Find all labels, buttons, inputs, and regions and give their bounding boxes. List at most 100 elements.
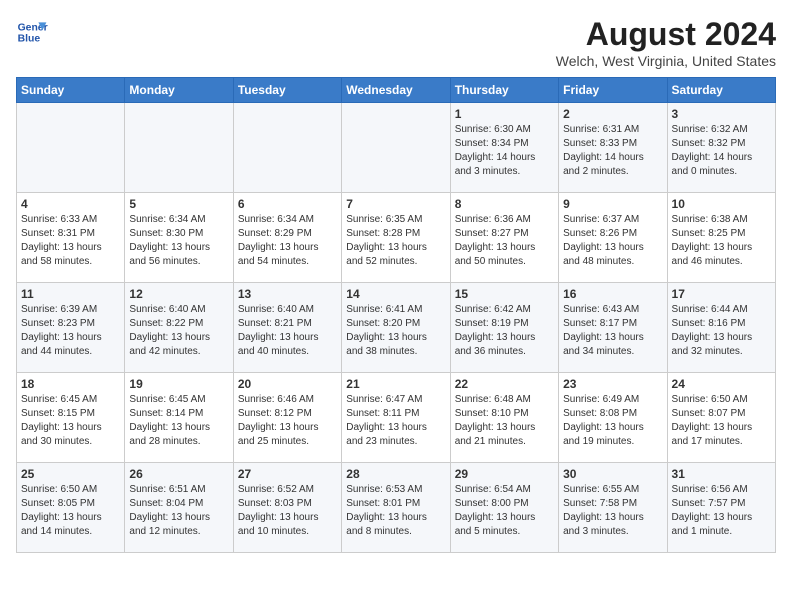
cell-info: Sunrise: 6:46 AM Sunset: 8:12 PM Dayligh… — [238, 393, 337, 449]
day-number: 28 — [346, 467, 445, 481]
calendar-cell: 15 Sunrise: 6:42 AM Sunset: 8:19 PM Dayli… — [450, 283, 558, 373]
column-header-tuesday: Tuesday — [233, 78, 341, 103]
cell-info: Sunrise: 6:45 AM Sunset: 8:14 PM Dayligh… — [129, 393, 228, 449]
day-number: 4 — [21, 197, 120, 211]
calendar-cell: 14 Sunrise: 6:41 AM Sunset: 8:20 PM Dayli… — [342, 283, 450, 373]
header-row: SundayMondayTuesdayWednesdayThursdayFrid… — [17, 78, 776, 103]
day-number: 31 — [672, 467, 771, 481]
column-header-saturday: Saturday — [667, 78, 775, 103]
day-number: 21 — [346, 377, 445, 391]
day-number: 12 — [129, 287, 228, 301]
cell-info: Sunrise: 6:38 AM Sunset: 8:25 PM Dayligh… — [672, 213, 771, 269]
calendar-week-2: 4 Sunrise: 6:33 AM Sunset: 8:31 PM Daylig… — [17, 193, 776, 283]
calendar-cell — [125, 103, 233, 193]
calendar-table: SundayMondayTuesdayWednesdayThursdayFrid… — [16, 77, 776, 553]
calendar-cell: 23 Sunrise: 6:49 AM Sunset: 8:08 PM Dayli… — [559, 373, 667, 463]
page-title: August 2024 — [556, 16, 776, 53]
cell-info: Sunrise: 6:35 AM Sunset: 8:28 PM Dayligh… — [346, 213, 445, 269]
cell-info: Sunrise: 6:51 AM Sunset: 8:04 PM Dayligh… — [129, 483, 228, 539]
calendar-cell: 9 Sunrise: 6:37 AM Sunset: 8:26 PM Daylig… — [559, 193, 667, 283]
cell-info: Sunrise: 6:33 AM Sunset: 8:31 PM Dayligh… — [21, 213, 120, 269]
cell-info: Sunrise: 6:39 AM Sunset: 8:23 PM Dayligh… — [21, 303, 120, 359]
calendar-cell: 5Sunrise: 6:34 AM Sunset: 8:30 PM Daylig… — [125, 193, 233, 283]
cell-info: Sunrise: 6:37 AM Sunset: 8:26 PM Dayligh… — [563, 213, 662, 269]
day-number: 15 — [455, 287, 554, 301]
day-number: 24 — [672, 377, 771, 391]
cell-info: Sunrise: 6:43 AM Sunset: 8:17 PM Dayligh… — [563, 303, 662, 359]
calendar-week-3: 11 Sunrise: 6:39 AM Sunset: 8:23 PM Dayli… — [17, 283, 776, 373]
logo: General Blue — [16, 16, 48, 48]
day-number: 6 — [238, 197, 337, 211]
column-header-thursday: Thursday — [450, 78, 558, 103]
calendar-cell: 12 Sunrise: 6:40 AM Sunset: 8:22 PM Dayli… — [125, 283, 233, 373]
cell-info: Sunrise: 6:49 AM Sunset: 8:08 PM Dayligh… — [563, 393, 662, 449]
cell-info: Sunrise: 6:41 AM Sunset: 8:20 PM Dayligh… — [346, 303, 445, 359]
day-number: 22 — [455, 377, 554, 391]
calendar-week-5: 25Sunrise: 6:50 AM Sunset: 8:05 PM Dayli… — [17, 463, 776, 553]
day-number: 5 — [129, 197, 228, 211]
cell-info: Sunrise: 6:50 AM Sunset: 8:05 PM Dayligh… — [21, 483, 120, 539]
calendar-cell: 26 Sunrise: 6:51 AM Sunset: 8:04 PM Dayli… — [125, 463, 233, 553]
calendar-week-1: 1 Sunrise: 6:30 AM Sunset: 8:34 PM Daylig… — [17, 103, 776, 193]
cell-info: Sunrise: 6:40 AM Sunset: 8:22 PM Dayligh… — [129, 303, 228, 359]
calendar-cell: 8Sunrise: 6:36 AM Sunset: 8:27 PM Daylig… — [450, 193, 558, 283]
title-area: August 2024 Welch, West Virginia, United… — [556, 16, 776, 69]
calendar-cell: 24 Sunrise: 6:50 AM Sunset: 8:07 PM Dayli… — [667, 373, 775, 463]
cell-info: Sunrise: 6:32 AM Sunset: 8:32 PM Dayligh… — [672, 123, 771, 179]
day-number: 17 — [672, 287, 771, 301]
cell-info: Sunrise: 6:54 AM Sunset: 8:00 PM Dayligh… — [455, 483, 554, 539]
column-header-friday: Friday — [559, 78, 667, 103]
calendar-cell: 2Sunrise: 6:31 AM Sunset: 8:33 PM Daylig… — [559, 103, 667, 193]
calendar-cell — [17, 103, 125, 193]
calendar-cell: 4 Sunrise: 6:33 AM Sunset: 8:31 PM Daylig… — [17, 193, 125, 283]
cell-info: Sunrise: 6:45 AM Sunset: 8:15 PM Dayligh… — [21, 393, 120, 449]
calendar-cell: 22 Sunrise: 6:48 AM Sunset: 8:10 PM Dayli… — [450, 373, 558, 463]
cell-info: Sunrise: 6:50 AM Sunset: 8:07 PM Dayligh… — [672, 393, 771, 449]
calendar-cell: 31 Sunrise: 6:56 AM Sunset: 7:57 PM Dayli… — [667, 463, 775, 553]
day-number: 1 — [455, 107, 554, 121]
day-number: 11 — [21, 287, 120, 301]
calendar-cell: 27 Sunrise: 6:52 AM Sunset: 8:03 PM Dayli… — [233, 463, 341, 553]
cell-info: Sunrise: 6:47 AM Sunset: 8:11 PM Dayligh… — [346, 393, 445, 449]
calendar-cell: 17Sunrise: 6:44 AM Sunset: 8:16 PM Dayli… — [667, 283, 775, 373]
calendar-cell: 20 Sunrise: 6:46 AM Sunset: 8:12 PM Dayli… — [233, 373, 341, 463]
logo-icon: General Blue — [16, 16, 48, 48]
day-number: 18 — [21, 377, 120, 391]
cell-info: Sunrise: 6:30 AM Sunset: 8:34 PM Dayligh… — [455, 123, 554, 179]
column-header-sunday: Sunday — [17, 78, 125, 103]
day-number: 26 — [129, 467, 228, 481]
calendar-cell: 30 Sunrise: 6:55 AM Sunset: 7:58 PM Dayli… — [559, 463, 667, 553]
cell-info: Sunrise: 6:52 AM Sunset: 8:03 PM Dayligh… — [238, 483, 337, 539]
cell-info: Sunrise: 6:40 AM Sunset: 8:21 PM Dayligh… — [238, 303, 337, 359]
calendar-cell: 19Sunrise: 6:45 AM Sunset: 8:14 PM Dayli… — [125, 373, 233, 463]
day-number: 16 — [563, 287, 662, 301]
column-header-monday: Monday — [125, 78, 233, 103]
calendar-cell — [233, 103, 341, 193]
day-number: 20 — [238, 377, 337, 391]
day-number: 23 — [563, 377, 662, 391]
day-number: 27 — [238, 467, 337, 481]
cell-info: Sunrise: 6:53 AM Sunset: 8:01 PM Dayligh… — [346, 483, 445, 539]
day-number: 13 — [238, 287, 337, 301]
day-number: 10 — [672, 197, 771, 211]
day-number: 30 — [563, 467, 662, 481]
cell-info: Sunrise: 6:56 AM Sunset: 7:57 PM Dayligh… — [672, 483, 771, 539]
cell-info: Sunrise: 6:42 AM Sunset: 8:19 PM Dayligh… — [455, 303, 554, 359]
day-number: 9 — [563, 197, 662, 211]
calendar-cell: 11 Sunrise: 6:39 AM Sunset: 8:23 PM Dayli… — [17, 283, 125, 373]
calendar-cell: 16 Sunrise: 6:43 AM Sunset: 8:17 PM Dayli… — [559, 283, 667, 373]
cell-info: Sunrise: 6:31 AM Sunset: 8:33 PM Dayligh… — [563, 123, 662, 179]
page-subtitle: Welch, West Virginia, United States — [556, 53, 776, 69]
day-number: 7 — [346, 197, 445, 211]
calendar-cell: 21 Sunrise: 6:47 AM Sunset: 8:11 PM Dayli… — [342, 373, 450, 463]
day-number: 14 — [346, 287, 445, 301]
cell-info: Sunrise: 6:48 AM Sunset: 8:10 PM Dayligh… — [455, 393, 554, 449]
calendar-cell — [342, 103, 450, 193]
day-number: 3 — [672, 107, 771, 121]
cell-info: Sunrise: 6:55 AM Sunset: 7:58 PM Dayligh… — [563, 483, 662, 539]
calendar-cell: 29Sunrise: 6:54 AM Sunset: 8:00 PM Dayli… — [450, 463, 558, 553]
calendar-cell: 1 Sunrise: 6:30 AM Sunset: 8:34 PM Daylig… — [450, 103, 558, 193]
calendar-cell: 28 Sunrise: 6:53 AM Sunset: 8:01 PM Dayli… — [342, 463, 450, 553]
day-number: 8 — [455, 197, 554, 211]
calendar-cell: 7 Sunrise: 6:35 AM Sunset: 8:28 PM Daylig… — [342, 193, 450, 283]
